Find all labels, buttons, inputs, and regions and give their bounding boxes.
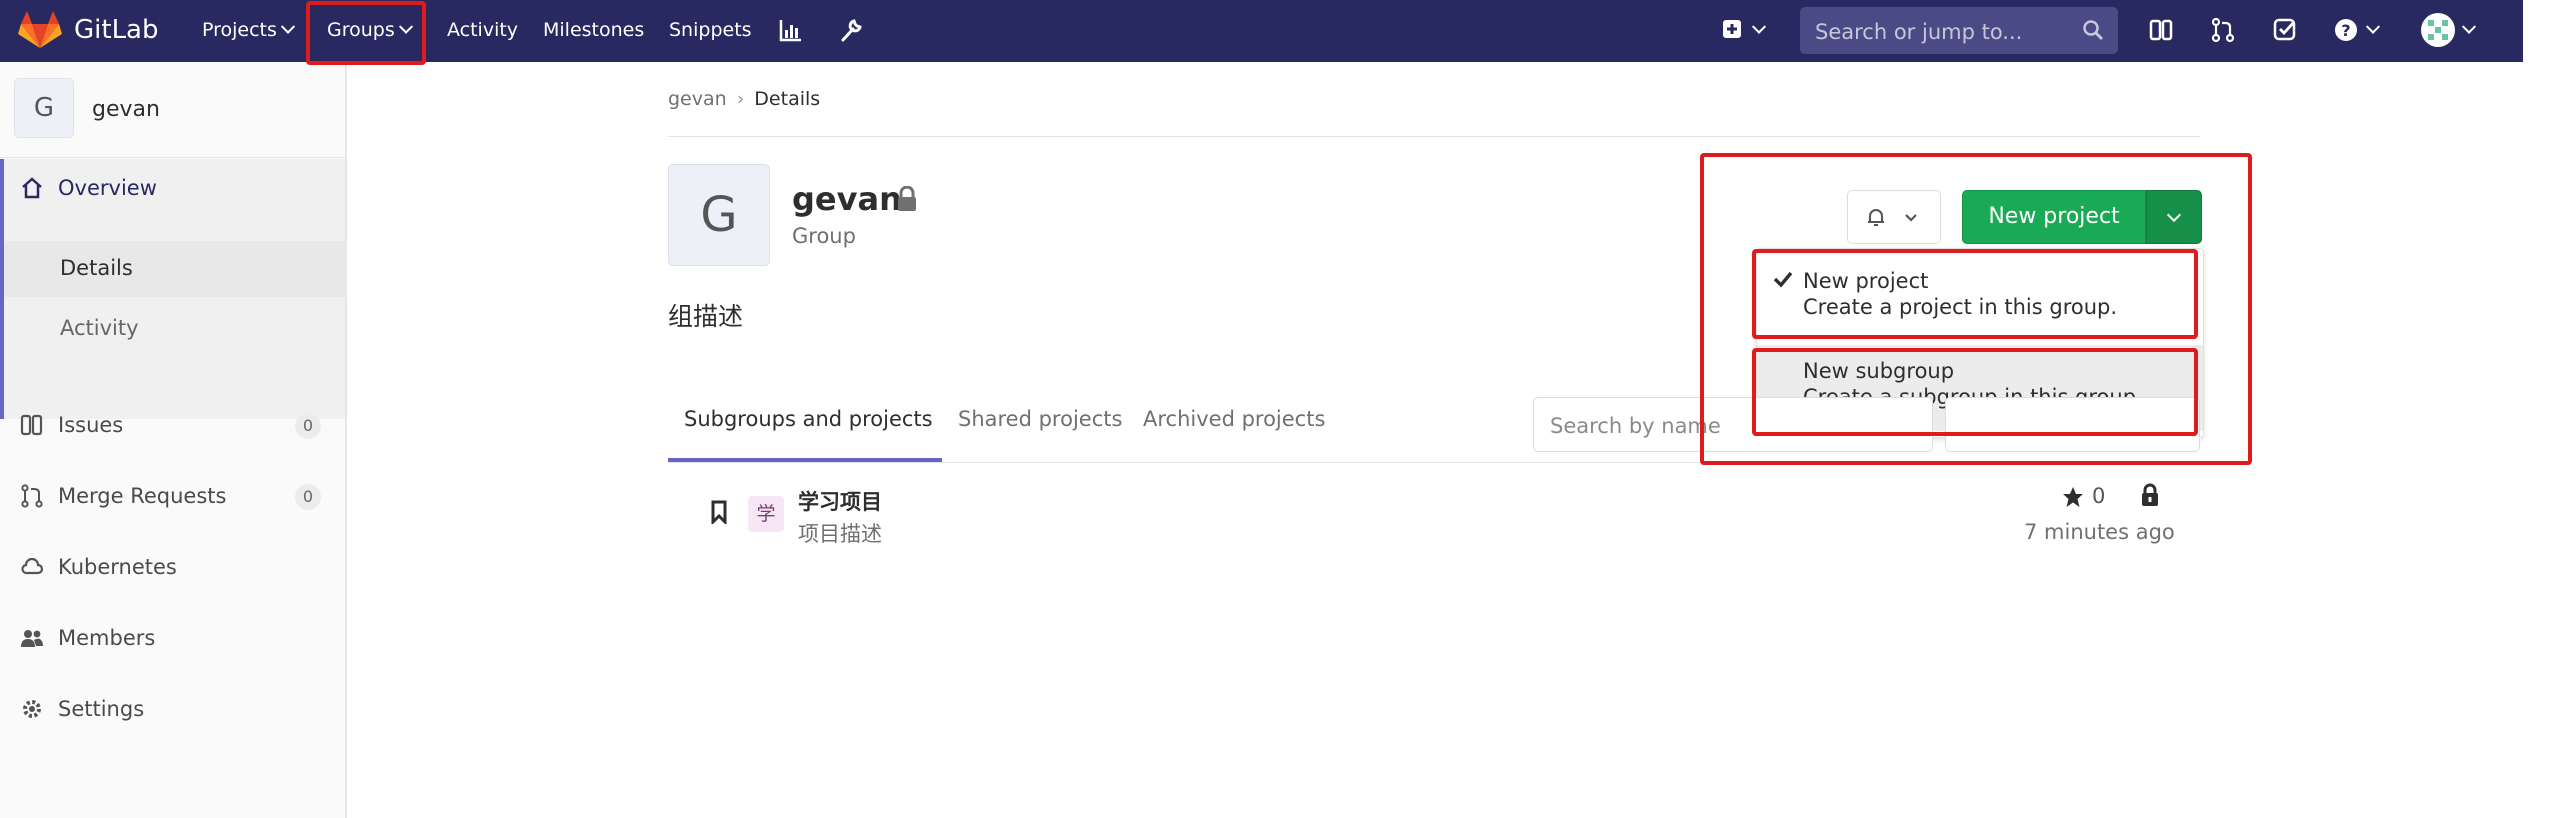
sidebar-item-issues[interactable]: Issues 0 [0, 396, 345, 456]
sidebar-header[interactable]: G gevan [0, 62, 345, 158]
plus-square-icon[interactable] [1720, 17, 1746, 43]
lock-icon [2142, 483, 2158, 506]
chevron-down-icon[interactable] [1748, 19, 1767, 41]
project-name-link[interactable]: 学习项目 [798, 486, 882, 516]
nav-projects-label: Projects [202, 19, 277, 41]
sidebar-item-label: Overview [58, 176, 157, 200]
help-dropdown-chevron[interactable] [2362, 19, 2381, 41]
issues-count-badge: 0 [295, 413, 321, 439]
sidebar-item-label: Merge Requests [58, 484, 227, 508]
lock-icon [898, 186, 916, 211]
merge-requests-count-badge: 0 [295, 484, 321, 510]
tab-shared-projects[interactable]: Shared projects [958, 407, 1122, 431]
dropdown-item-description: Create a project in this group. [1803, 295, 2118, 319]
divider [668, 136, 2200, 137]
bookmark-icon [711, 500, 727, 524]
breadcrumb: gevan › Details [668, 88, 820, 110]
chart-icon[interactable] [778, 17, 804, 43]
dropdown-item-new-project[interactable]: New project Create a project in this gro… [1757, 255, 2203, 341]
bell-icon [1868, 209, 1884, 226]
sidebar-item-label: Kubernetes [58, 555, 177, 579]
chevron-down-icon [280, 19, 295, 34]
users-icon [21, 630, 43, 647]
check-icon [1773, 271, 1793, 288]
sidebar-item-members[interactable]: Members [0, 609, 345, 669]
sidebar-item-kubernetes[interactable]: Kubernetes [0, 538, 345, 598]
new-project-dropdown-toggle[interactable] [2146, 190, 2202, 244]
issues-icon[interactable] [2148, 17, 2174, 43]
nav-milestones[interactable]: Milestones [543, 19, 644, 41]
project-description: 项目描述 [798, 522, 882, 546]
filter-by-name-input[interactable]: Search by name [1533, 397, 1933, 452]
chevron-down-icon [2365, 19, 2381, 34]
group-avatar: G [668, 164, 770, 266]
list-item[interactable]: 学 学习项目 项目描述 0 7 minutes ago [668, 474, 2200, 554]
sidebar-item-label: Members [58, 626, 156, 650]
sidebar-item-overview[interactable]: Overview [4, 159, 349, 219]
svg-text:?: ? [2341, 21, 2350, 40]
filter-placeholder: Search by name [1550, 414, 1721, 438]
search-placeholder: Search or jump to... [1815, 20, 2023, 44]
tab-archived-projects[interactable]: Archived projects [1143, 407, 1325, 431]
sidebar-item-label: Details [60, 256, 133, 280]
dropdown-item-title: New subgroup [1803, 359, 1955, 383]
chevron-down-icon [2461, 19, 2477, 34]
search-icon [2083, 20, 2104, 41]
nav-activity[interactable]: Activity [447, 19, 518, 41]
home-icon [22, 177, 42, 199]
merge-request-icon [21, 484, 43, 508]
top-navbar: GitLab Projects Groups Activity Mileston… [0, 0, 2523, 62]
sidebar-item-label: Issues [58, 413, 124, 437]
sidebar-item-activity[interactable]: Activity [4, 301, 345, 357]
nav-groups[interactable]: Groups [327, 19, 413, 41]
chevron-down-icon [398, 19, 413, 34]
wrench-icon[interactable] [838, 17, 864, 43]
merge-request-icon[interactable] [2210, 17, 2236, 43]
nav-snippets[interactable]: Snippets [669, 19, 752, 41]
chevron-down-icon [1905, 214, 1917, 222]
dropdown-item-title: New project [1803, 269, 1929, 293]
sidebar-item-details[interactable]: Details [4, 241, 345, 297]
gitlab-logo-icon[interactable] [18, 10, 62, 50]
brand-name[interactable]: GitLab [74, 15, 159, 45]
group-type-label: Group [792, 224, 856, 248]
nav-groups-label: Groups [327, 19, 395, 41]
sort-dropdown-button[interactable] [1945, 397, 2200, 452]
sidebar-item-settings[interactable]: Settings [0, 680, 345, 740]
sidebar-group-title: gevan [92, 97, 160, 122]
sidebar-overview-section: Overview Details Activity [0, 159, 345, 419]
help-icon[interactable]: ? [2334, 17, 2360, 43]
notification-settings-button[interactable] [1847, 190, 1941, 244]
breadcrumb-separator: › [736, 88, 745, 110]
nav-projects[interactable]: Projects [202, 19, 295, 41]
group-description: 组描述 [668, 302, 744, 331]
group-title: gevan [792, 180, 902, 218]
group-sidebar: G gevan Overview Details Activity Issues… [0, 62, 347, 818]
user-avatar[interactable] [2421, 13, 2455, 47]
issues-icon [20, 414, 43, 436]
gear-icon [23, 700, 41, 718]
breadcrumb-parent-link[interactable]: gevan [668, 88, 727, 110]
chevron-down-icon [2166, 207, 2182, 223]
project-updated-time: 7 minutes ago [2024, 520, 2175, 544]
sidebar-item-label: Settings [58, 697, 145, 721]
tab-subgroups-and-projects[interactable]: Subgroups and projects [684, 407, 933, 431]
chevron-down-icon [1751, 19, 1767, 34]
cloud-gear-icon [21, 557, 44, 575]
sidebar-group-avatar: G [14, 78, 74, 138]
sidebar-item-merge-requests[interactable]: Merge Requests 0 [0, 467, 345, 527]
global-search-input[interactable]: Search or jump to... [1800, 7, 2118, 54]
breadcrumb-current[interactable]: Details [754, 88, 820, 110]
todo-icon[interactable] [2272, 17, 2298, 43]
tabs-divider [668, 462, 2200, 463]
new-project-button[interactable]: New project [1962, 190, 2146, 244]
user-menu-chevron[interactable] [2458, 19, 2477, 41]
star-icon [2063, 487, 2083, 507]
project-avatar: 学 [748, 496, 784, 532]
project-star-count: 0 [2092, 484, 2106, 508]
sidebar-item-label: Activity [60, 316, 139, 340]
